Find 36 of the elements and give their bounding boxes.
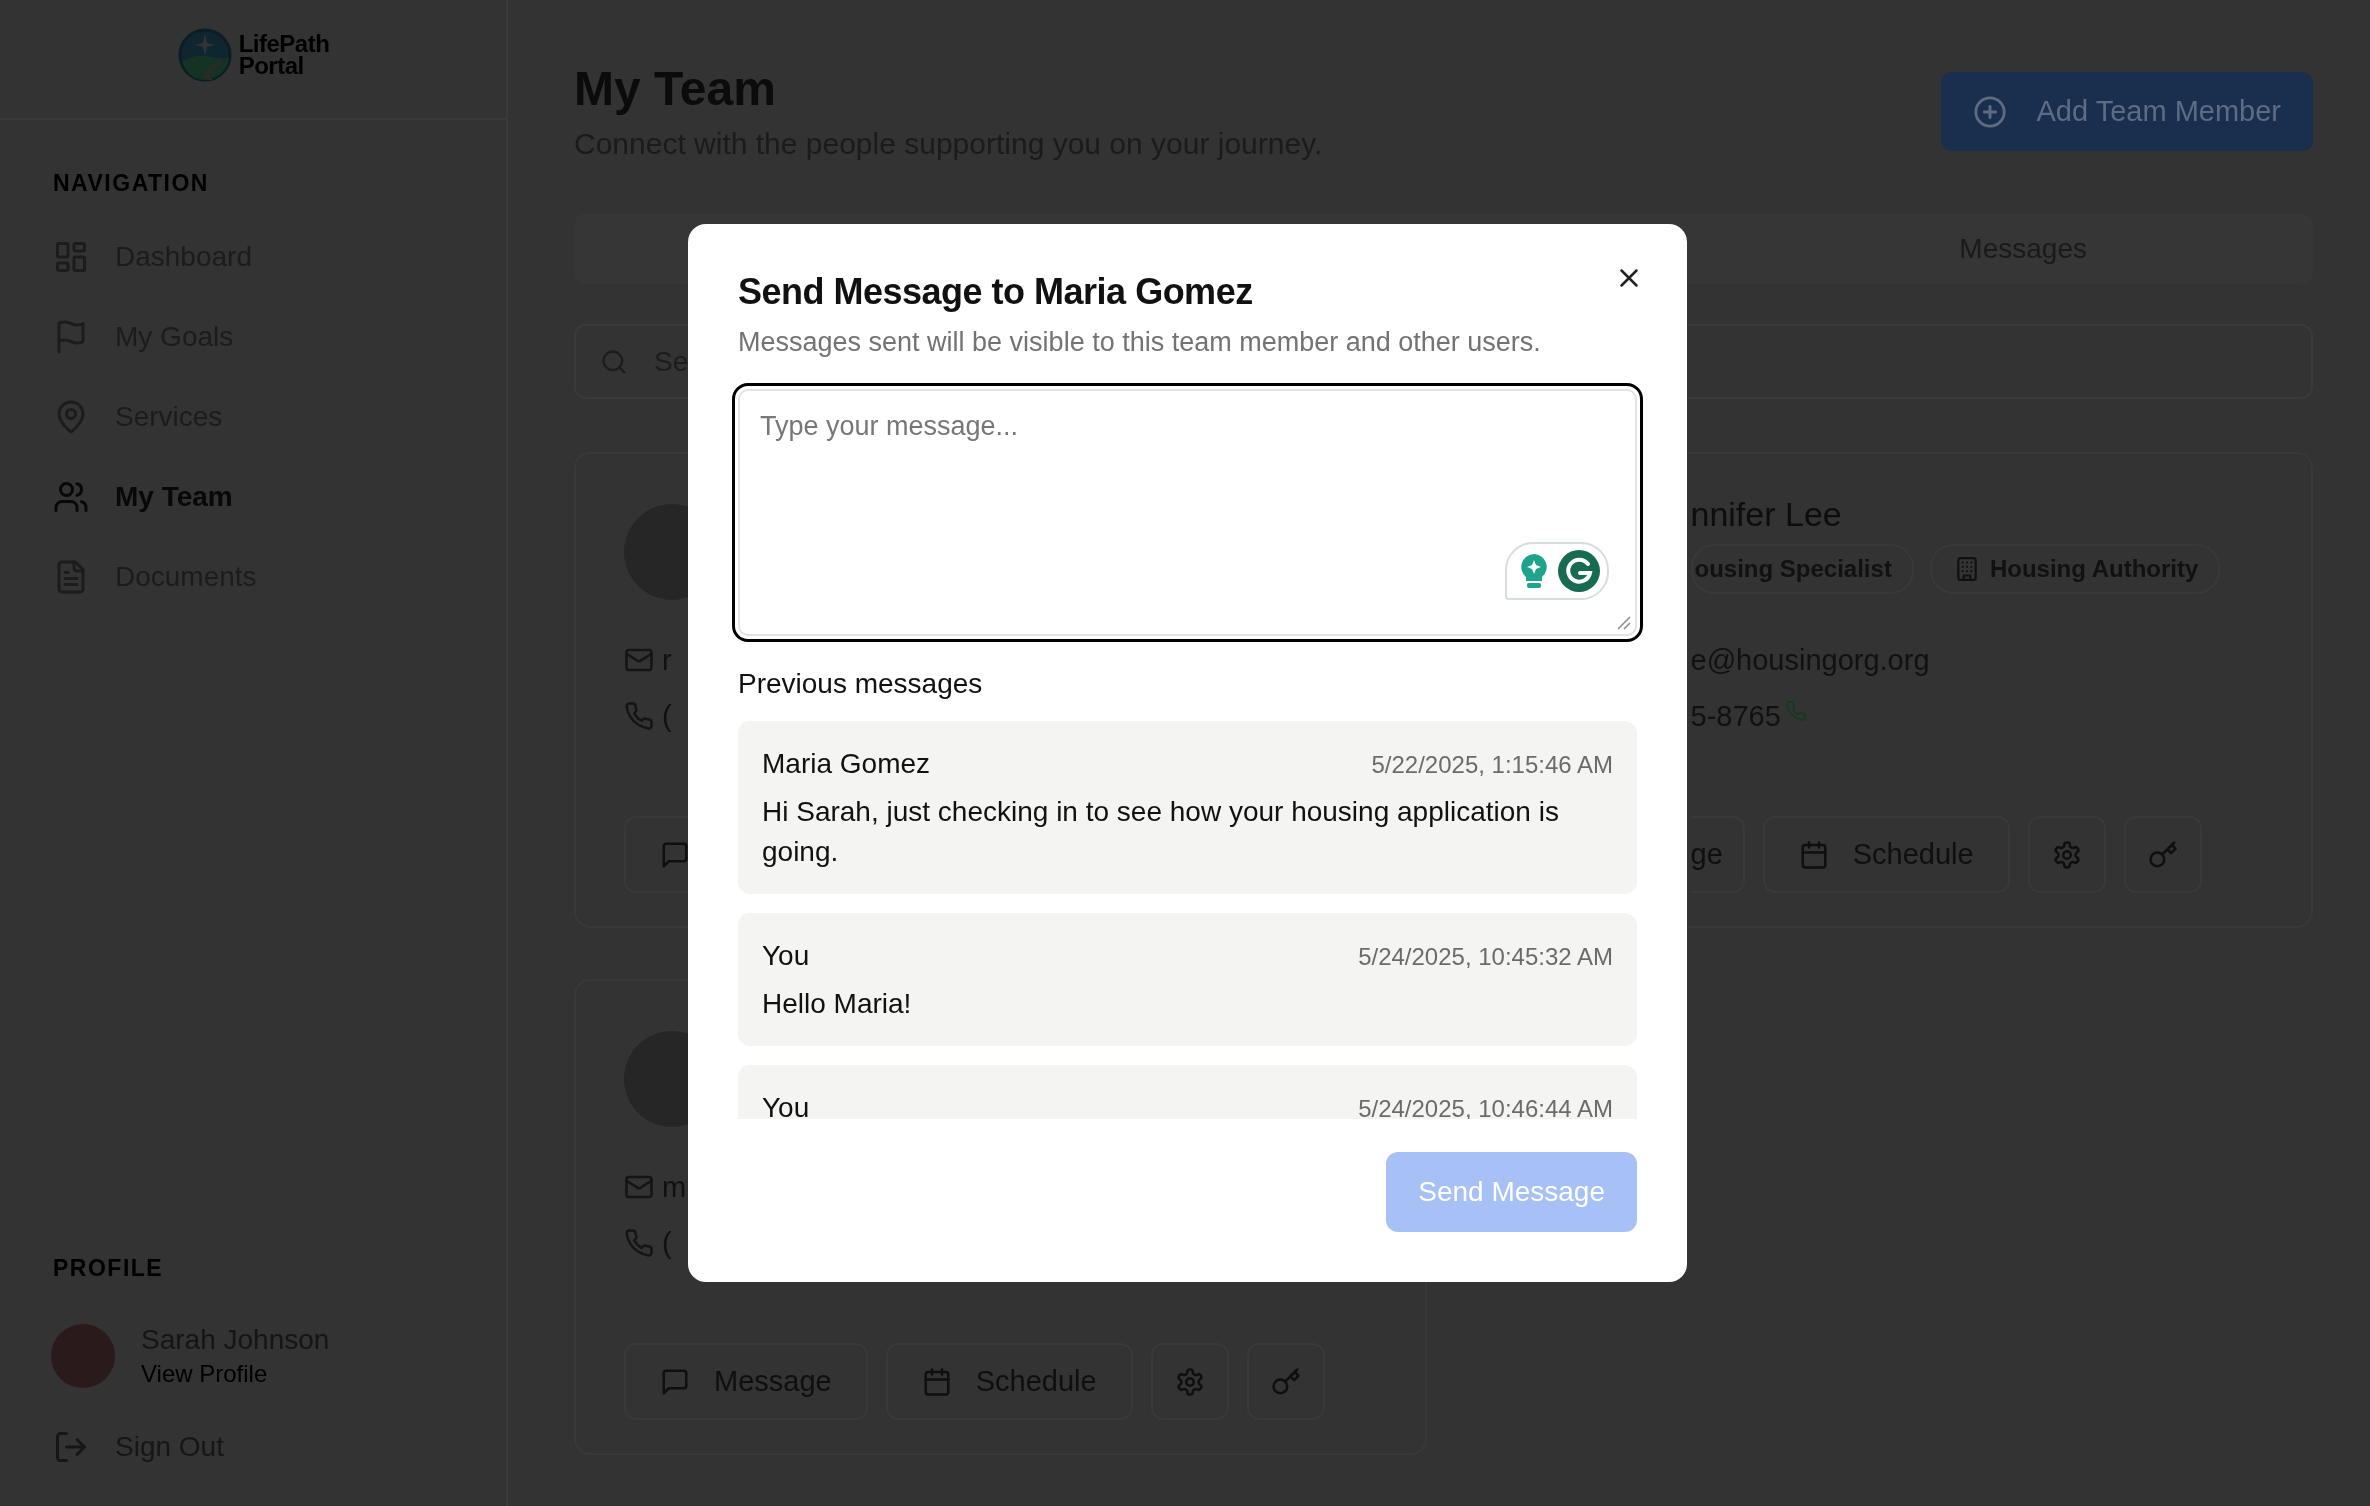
dialog-title: Send Message to Maria Gomez xyxy=(738,270,1253,314)
dashboard-icon xyxy=(53,239,89,275)
message-time: 5/22/2025, 1:15:46 AM xyxy=(1371,751,1613,779)
settings-icon xyxy=(1174,1366,1205,1397)
add-team-member-button[interactable]: Add Team Member xyxy=(1940,72,2313,151)
settings-icon xyxy=(2051,839,2082,870)
settings-button[interactable] xyxy=(1150,1343,1229,1420)
message-sender: Maria Gomez xyxy=(762,747,931,781)
sign-out-icon xyxy=(53,1429,89,1465)
key-icon xyxy=(2147,839,2178,870)
calendar-icon xyxy=(1798,839,1829,870)
search-icon xyxy=(600,348,628,376)
phone-call-icon xyxy=(1784,700,1807,722)
key-button[interactable] xyxy=(1246,1343,1325,1420)
section-heading: Previous messages xyxy=(738,667,984,701)
phone-icon xyxy=(624,701,654,731)
key-button[interactable] xyxy=(2123,816,2202,893)
key-icon xyxy=(1270,1366,1301,1397)
member-phone: ( xyxy=(662,1226,672,1260)
g-logo-icon xyxy=(1557,549,1601,593)
message-text: Hello Maria! xyxy=(762,987,913,1021)
users-icon xyxy=(53,479,89,515)
message-text: Hi Sarah, just checking in to see how your housing application is going. xyxy=(762,795,1560,869)
message-time: 5/24/2025, 10:45:32 AM xyxy=(1358,943,1613,971)
lightbulb-icon xyxy=(1519,552,1549,590)
calendar-icon xyxy=(921,1366,952,1397)
member-phone: ( xyxy=(662,699,672,733)
phone-icon xyxy=(624,1228,654,1258)
message-sender: You xyxy=(762,939,810,973)
plus-circle-icon xyxy=(1972,94,2007,129)
logo-icon xyxy=(176,27,233,83)
writing-assistant-widget[interactable] xyxy=(1505,542,1609,600)
settings-button[interactable] xyxy=(2027,816,2106,893)
message-sender: You xyxy=(762,1091,810,1119)
resize-grip-icon[interactable] xyxy=(1615,614,1631,630)
dialog-description: Messages sent will be visible to this team member and other users. xyxy=(738,326,1542,359)
